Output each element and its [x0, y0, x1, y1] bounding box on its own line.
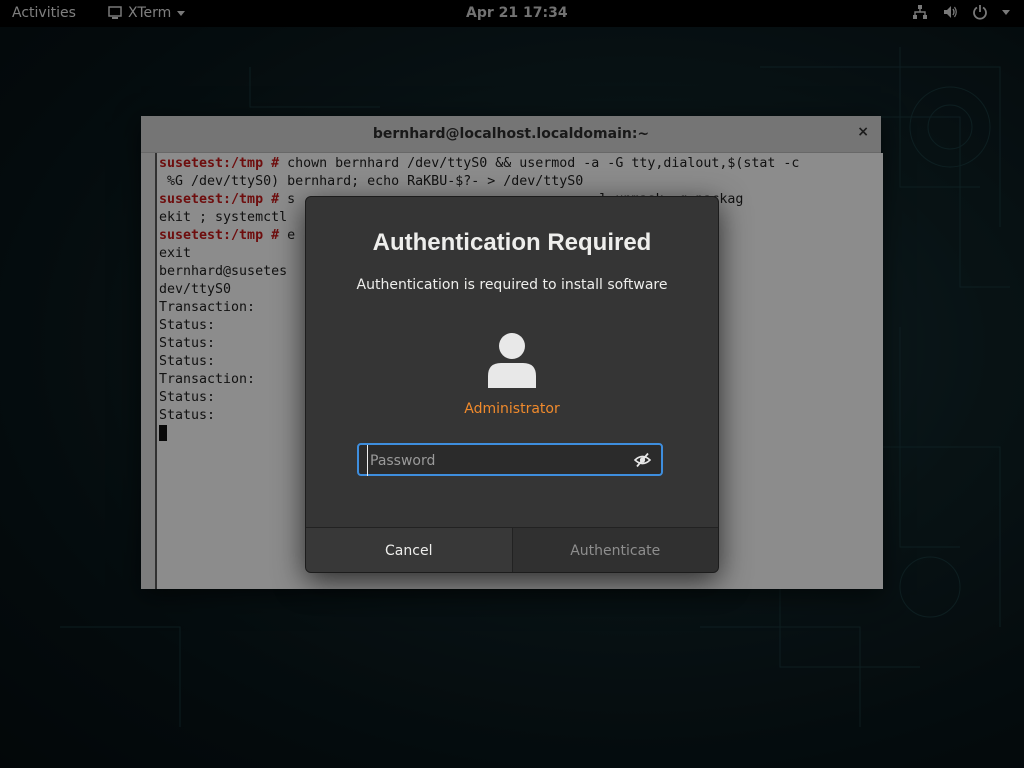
auth-dialog: Authentication Required Authentication i… — [305, 196, 719, 573]
password-field[interactable] — [357, 443, 663, 476]
user-avatar-icon — [488, 333, 536, 388]
authenticate-button[interactable]: Authenticate — [512, 528, 718, 572]
dialog-actions: Cancel Authenticate — [306, 527, 718, 572]
dialog-message: Authentication is required to install so… — [356, 277, 668, 293]
password-input[interactable] — [367, 445, 632, 476]
dialog-heading: Authentication Required — [372, 229, 652, 256]
cancel-button[interactable]: Cancel — [306, 528, 513, 572]
eye-slash-icon[interactable] — [634, 452, 651, 468]
user-name: Administrator — [464, 401, 560, 417]
